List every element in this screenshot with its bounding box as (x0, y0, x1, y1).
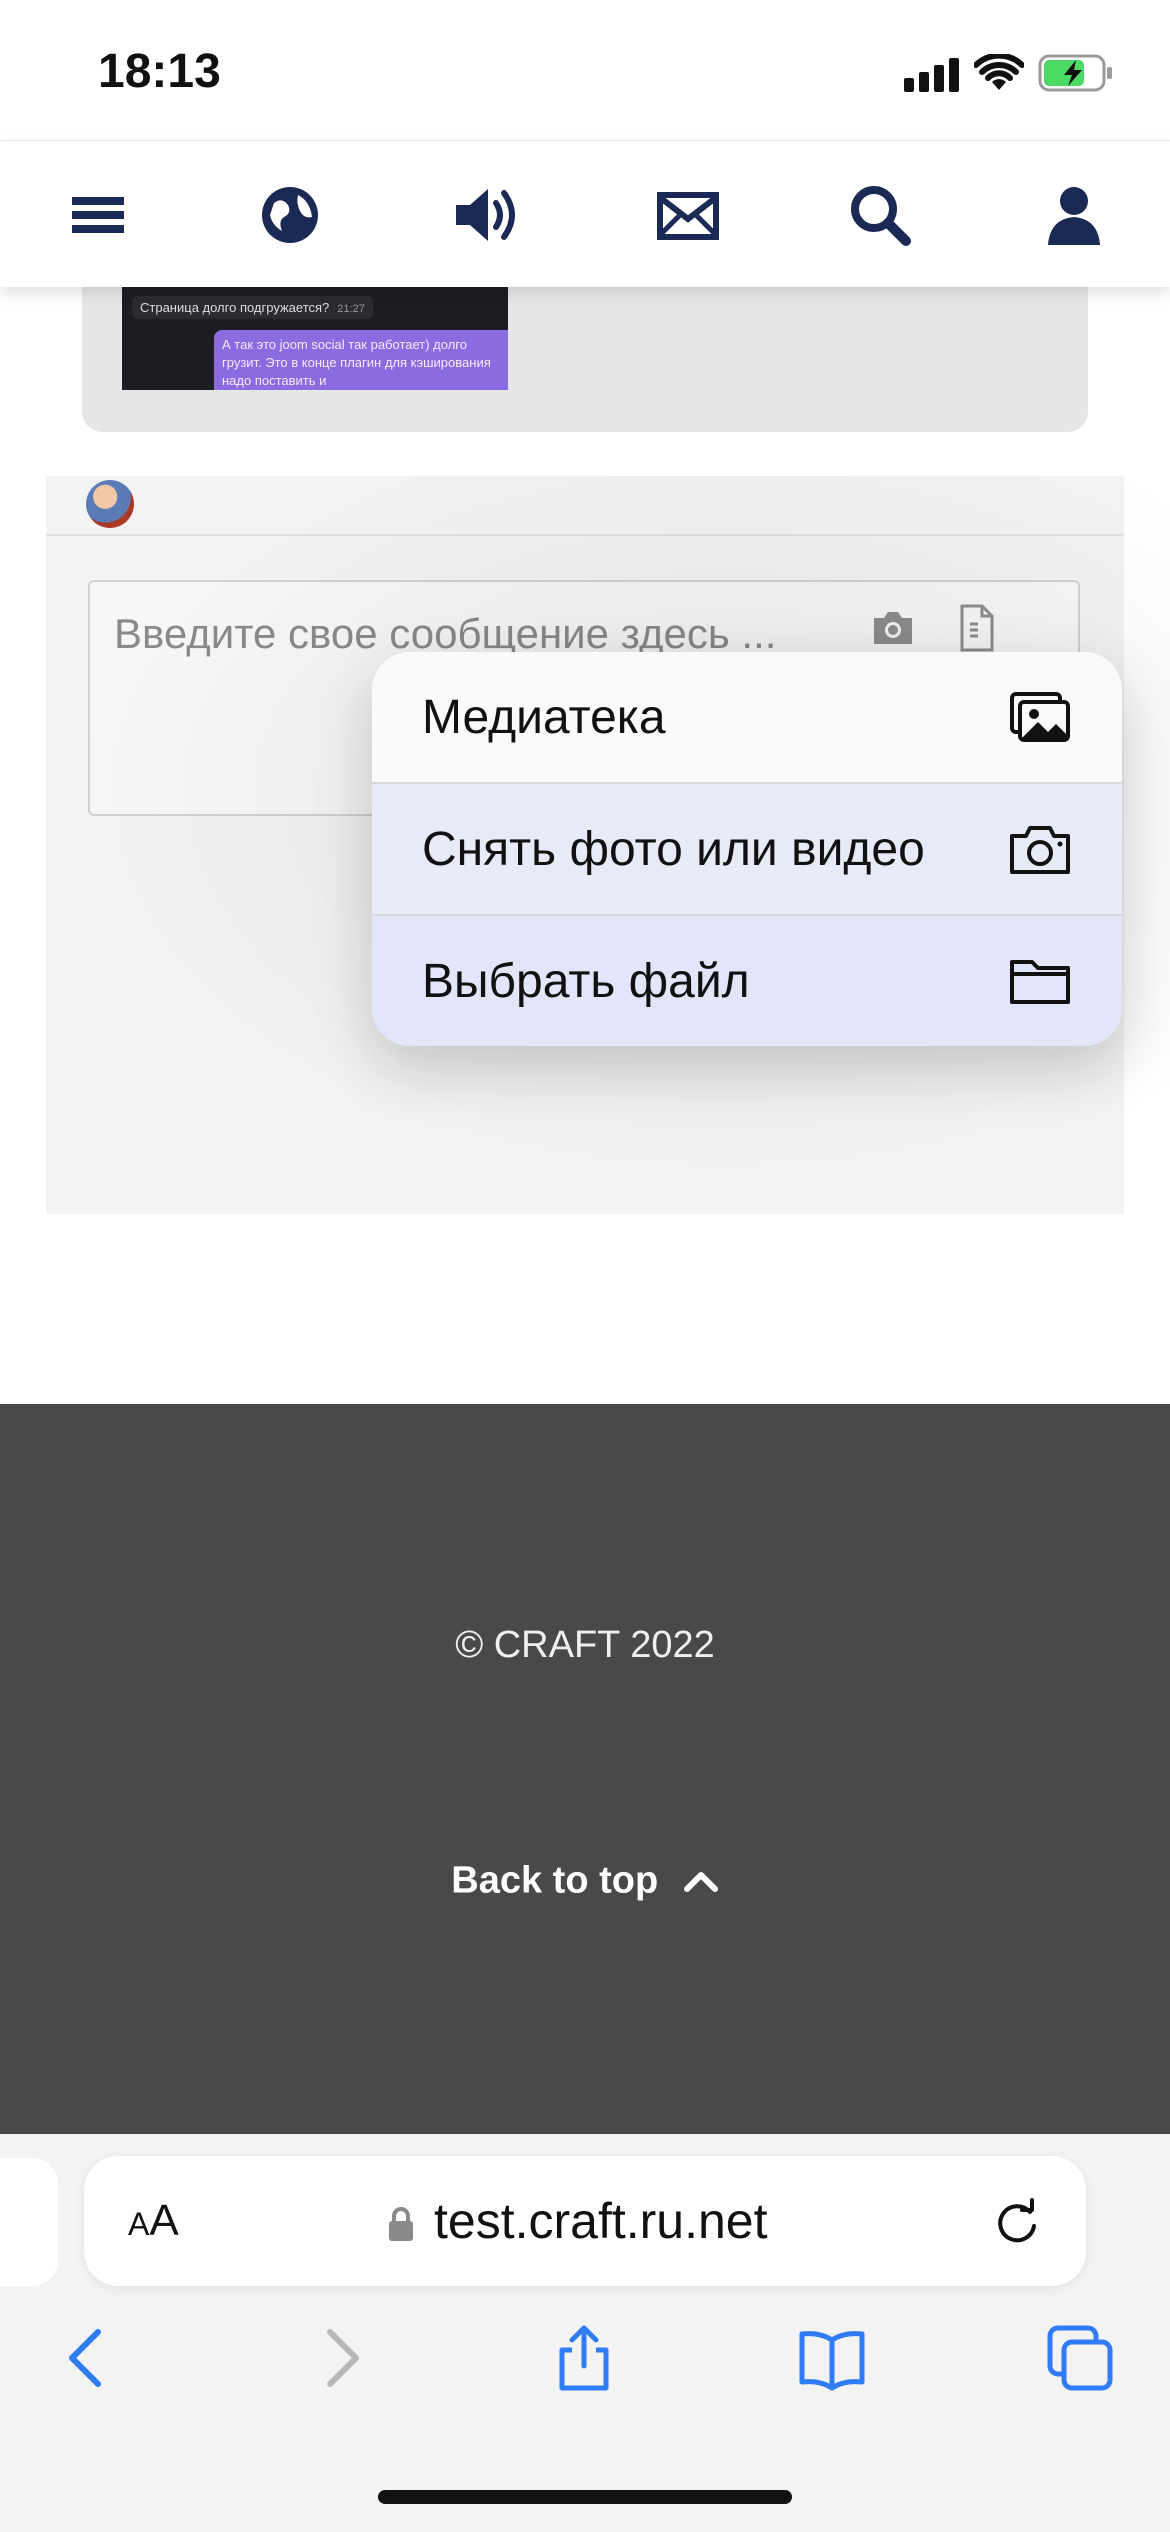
user-icon[interactable] (1036, 177, 1112, 253)
home-indicator[interactable] (378, 2490, 792, 2504)
forward-icon[interactable] (304, 2322, 376, 2394)
reload-icon[interactable] (992, 2196, 1042, 2248)
incoming-message-text: Страница долго подгружается? (140, 300, 330, 315)
folder-icon (1010, 960, 1070, 1004)
site-footer (0, 1404, 1170, 2134)
menu-icon[interactable] (60, 177, 136, 253)
search-icon[interactable] (842, 177, 918, 253)
share-icon[interactable] (548, 2322, 620, 2394)
back-icon[interactable] (52, 2322, 124, 2394)
mail-icon[interactable] (650, 177, 726, 253)
menu-item-label: Медиатека (422, 691, 666, 744)
menu-item-choose-file[interactable]: Выбрать файл (372, 916, 1122, 1046)
wifi-icon (974, 54, 1024, 90)
globe-icon[interactable] (252, 177, 328, 253)
text-size-small-glyph: A (128, 2206, 150, 2242)
menu-item-photo-library[interactable]: Медиатека (372, 652, 1122, 782)
battery-icon (1038, 54, 1112, 92)
site-nav (0, 140, 1170, 287)
previous-tab-preview[interactable] (0, 2158, 58, 2286)
cellular-signal-icon (904, 58, 960, 92)
chevron-up-icon (683, 1871, 718, 1892)
back-to-top-link[interactable]: Back to top (0, 1858, 1170, 1902)
outgoing-message-bubble: А так это joom social так работает) долг… (214, 330, 508, 390)
file-icon[interactable] (956, 604, 996, 652)
photo-library-icon (1010, 692, 1070, 742)
attachment-menu: Медиатека Снять фото или видео Выбрать ф… (372, 652, 1122, 1046)
copyright-text: © CRAFT 2022 (455, 1624, 715, 1666)
avatar (86, 480, 134, 528)
status-bar: 18:13 (0, 0, 1170, 140)
camera-icon[interactable] (870, 608, 916, 648)
incoming-message-bubble: Страница долго подгружается? 21:27 (132, 296, 373, 319)
lock-icon (389, 2207, 413, 2241)
tabs-icon[interactable] (1044, 2322, 1116, 2394)
incoming-message-time: 21:27 (337, 303, 365, 315)
back-to-top-label: Back to top (451, 1859, 659, 1902)
status-time: 18:13 (98, 45, 221, 98)
menu-item-label: Снять фото или видео (422, 823, 925, 876)
url-text[interactable]: test.craft.ru.net (434, 2192, 767, 2250)
text-size-button[interactable]: AA (128, 2196, 179, 2246)
divider (46, 534, 1124, 536)
text-size-large-glyph: A (149, 2196, 179, 2245)
chat-screenshot-thumbnail[interactable]: Страница долго подгружается? 21:27 А так … (122, 286, 508, 390)
camera-icon (1010, 826, 1070, 874)
bookmarks-icon[interactable] (796, 2322, 868, 2394)
menu-item-take-photo[interactable]: Снять фото или видео (372, 784, 1122, 914)
speaker-icon[interactable] (448, 177, 524, 253)
menu-item-label: Выбрать файл (422, 955, 750, 1008)
